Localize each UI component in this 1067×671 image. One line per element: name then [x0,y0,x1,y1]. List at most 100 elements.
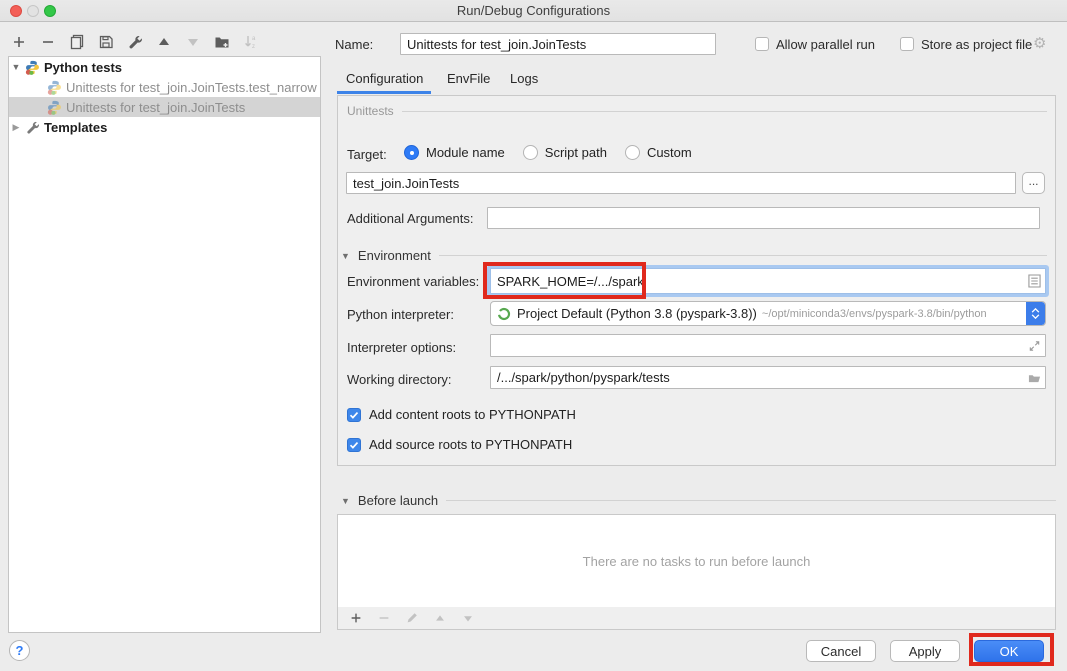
checkbox-checked-icon[interactable] [347,438,361,452]
move-task-down-icon[interactable] [460,611,475,626]
store-as-project-file-checkbox[interactable]: Store as project file [900,36,1032,52]
configurations-toolbar: az [10,30,259,54]
apply-button[interactable]: Apply [890,640,960,662]
tab-envfile[interactable]: EnvFile [447,71,490,86]
folder-icon[interactable] [1028,371,1041,384]
environment-variables-label: Environment variables: [347,274,479,289]
remove-task-icon[interactable] [376,611,391,626]
group-label: Before launch [358,493,438,508]
before-launch-toolbar [337,607,1056,630]
interpreter-options-field-wrap [490,334,1046,357]
tree-item-label: Python tests [44,60,122,75]
add-source-roots-checkbox[interactable]: Add source roots to PYTHONPATH [347,437,572,452]
edit-templates-wrench-icon[interactable] [126,34,143,51]
edit-variables-icon[interactable] [1028,275,1041,288]
move-task-up-icon[interactable] [432,611,447,626]
remove-configuration-icon[interactable] [39,34,56,51]
copy-configuration-icon[interactable] [68,34,85,51]
checkbox-label: Add content roots to PYTHONPATH [369,407,576,422]
allow-parallel-run-checkbox[interactable]: Allow parallel run [755,36,875,52]
python-test-config-icon [47,100,62,115]
divider [446,500,1056,501]
move-down-icon[interactable] [184,34,201,51]
radio-unselected-icon[interactable] [625,145,640,160]
browse-module-button[interactable]: ... [1022,172,1045,194]
tree-item-unittest-jointests-selected[interactable]: Unittests for test_join.JoinTests [9,97,320,117]
svg-text:a: a [252,36,256,42]
module-name-input[interactable] [346,172,1016,194]
interpreter-path: ~/opt/miniconda3/envs/pyspark-3.8/bin/py… [762,308,987,320]
radio-label: Module name [426,145,505,160]
collapse-triangle-icon[interactable]: ▼ [341,251,350,261]
add-content-roots-checkbox[interactable]: Add content roots to PYTHONPATH [347,407,576,422]
checkbox-label: Store as project file [921,37,1032,52]
environment-group-header[interactable]: ▼ Environment [341,248,1047,263]
environment-variables-input[interactable] [490,268,1046,294]
help-button[interactable]: ? [9,640,30,661]
tab-configuration[interactable]: Configuration [346,71,423,86]
interpreter-options-label: Interpreter options: [347,340,456,355]
move-up-icon[interactable] [155,34,172,51]
checkbox-checked-icon[interactable] [347,408,361,422]
empty-tasks-message: There are no tasks to run before launch [583,554,811,569]
target-radio-group: Module name Script path Custom [404,145,692,160]
add-task-icon[interactable] [348,611,363,626]
collapse-arrow-icon[interactable]: ▶ [9,122,23,133]
additional-arguments-input[interactable] [487,207,1040,229]
working-directory-input[interactable] [490,366,1046,389]
edit-task-pencil-icon[interactable] [404,611,419,626]
checkbox-label: Add source roots to PYTHONPATH [369,437,572,452]
tree-item-label: Templates [44,120,107,135]
ok-button[interactable]: OK [974,640,1044,662]
cancel-button[interactable]: Cancel [806,640,876,662]
active-tab-indicator [337,91,431,94]
unittests-group-header: Unittests [347,104,1047,118]
save-configuration-icon[interactable] [97,34,114,51]
tree-item-python-tests[interactable]: ▼ Python tests [9,57,320,77]
checkbox-unchecked-icon[interactable] [755,37,769,51]
templates-wrench-icon [25,120,40,135]
before-launch-tasks-list: There are no tasks to run before launch [337,514,1056,608]
conda-env-icon [497,307,511,321]
radio-label: Custom [647,145,692,160]
select-stepper-icon[interactable] [1026,302,1045,325]
sort-configurations-icon[interactable]: az [242,34,259,51]
radio-selected-icon[interactable] [404,145,419,160]
python-interpreter-select[interactable]: Project Default (Python 3.8 (pyspark-3.8… [490,301,1046,326]
svg-text:z: z [252,44,255,50]
group-label: Unittests [347,104,394,118]
divider [439,255,1047,256]
window-title: Run/Debug Configurations [0,3,1067,18]
name-label: Name: [335,37,373,52]
environment-variables-field-wrap [490,268,1046,294]
radio-script-path[interactable]: Script path [523,145,607,160]
checkbox-label: Allow parallel run [776,37,875,52]
run-debug-configurations-dialog: Run/Debug Configurations az ▼ [0,0,1067,671]
radio-custom[interactable]: Custom [625,145,692,160]
tab-logs[interactable]: Logs [510,71,538,86]
expand-arrow-icon[interactable]: ▼ [9,62,23,72]
title-bar[interactable]: Run/Debug Configurations [0,0,1067,22]
tree-item-label: Unittests for test_join.JoinTests [66,100,245,115]
additional-arguments-label: Additional Arguments: [347,211,473,226]
name-input[interactable] [400,33,716,55]
divider [402,111,1047,112]
before-launch-group-header[interactable]: ▼ Before launch [341,493,1056,508]
working-directory-field-wrap [490,366,1046,389]
radio-unselected-icon[interactable] [523,145,538,160]
new-folder-icon[interactable] [213,34,230,51]
expand-field-icon[interactable] [1028,339,1041,352]
collapse-triangle-icon[interactable]: ▼ [341,496,350,506]
tree-item-unittest-narrow[interactable]: Unittests for test_join.JoinTests.test_n… [9,77,320,97]
gear-icon[interactable]: ⚙ [1033,34,1046,52]
target-label: Target: [347,147,387,162]
tree-item-label: Unittests for test_join.JoinTests.test_n… [66,80,317,95]
radio-label: Script path [545,145,607,160]
add-configuration-icon[interactable] [10,34,27,51]
tree-item-templates[interactable]: ▶ Templates [9,117,320,137]
python-test-config-icon [47,80,62,95]
radio-module-name[interactable]: Module name [404,145,505,160]
configurations-tree: ▼ Python tests Unit [8,56,321,633]
interpreter-options-input[interactable] [490,334,1046,357]
checkbox-unchecked-icon[interactable] [900,37,914,51]
